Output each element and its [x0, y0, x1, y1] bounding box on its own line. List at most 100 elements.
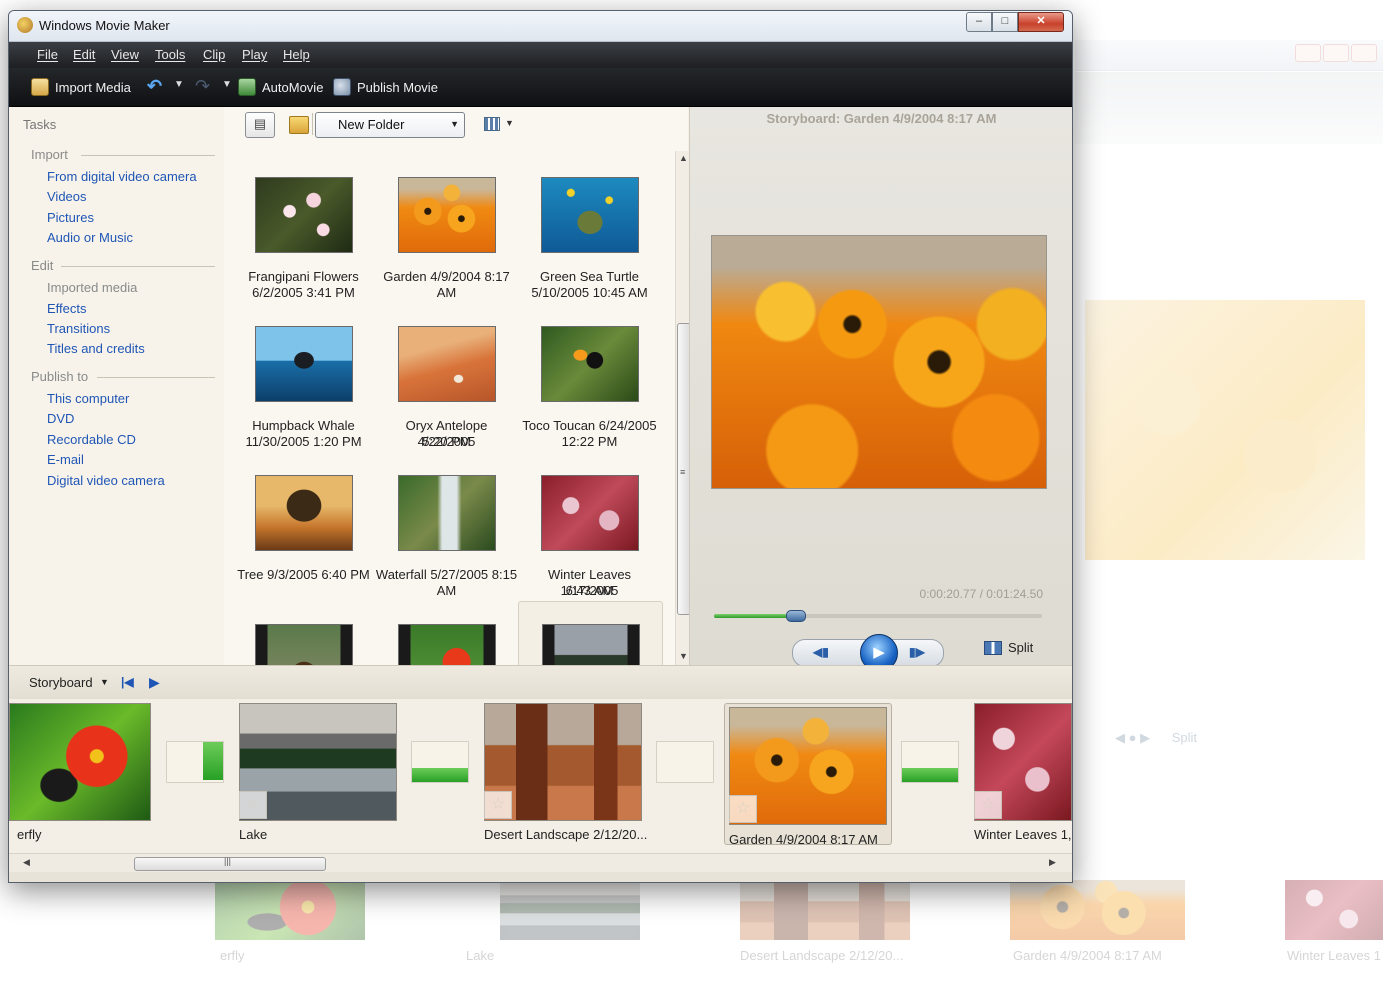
task-link-recordable-cd[interactable]: Recordable CD — [47, 432, 136, 447]
undo-dropdown-icon[interactable]: ▼ — [174, 79, 184, 90]
folder-dropdown[interactable]: New Folder ▼ — [315, 112, 465, 138]
task-link-titles-credits[interactable]: Titles and credits — [47, 341, 145, 356]
scroll-left-icon[interactable]: ◀ — [23, 857, 30, 868]
transition-slot[interactable] — [901, 741, 959, 783]
automovie-button[interactable]: AutoMovie — [238, 78, 323, 96]
menu-tools[interactable]: Tools — [155, 47, 185, 62]
scroll-down-icon[interactable]: ▼ — [679, 651, 688, 661]
reflection-thumb — [215, 880, 365, 940]
storyboard-clip[interactable]: ☆ Desert Landscape 2/12/20... — [484, 703, 647, 843]
close-button[interactable]: ✕ — [1018, 12, 1064, 32]
media-tile[interactable]: Toco Toucan 6/24/2005 12:22 PM — [518, 314, 661, 454]
menu-clip[interactable]: Clip — [203, 47, 225, 62]
media-thumbnail — [398, 326, 496, 402]
transition-slot[interactable] — [656, 741, 714, 783]
publish-section-heading: Publish to — [31, 369, 89, 384]
tasks-pane-toggle-button[interactable]: ▤ — [245, 112, 275, 138]
seek-handle[interactable] — [785, 610, 806, 622]
task-link-imported-media[interactable]: Imported media — [47, 280, 137, 295]
media-tile[interactable]: Humpback Whale 11/30/2005 1:20 PM — [232, 314, 375, 454]
scrollbar-grip-icon: ≡ — [680, 467, 686, 477]
maximize-button[interactable]: □ — [992, 12, 1018, 32]
thumbnail-view-icon[interactable] — [484, 117, 500, 131]
redo-dropdown-icon[interactable]: ▼ — [222, 79, 232, 90]
toolbar-separator — [312, 113, 313, 135]
media-tile[interactable]: Winter Leaves 1/17/2005 6:43 AM — [518, 463, 661, 603]
title-bar[interactable]: Windows Movie Maker – □ ✕ — [9, 11, 1072, 42]
reflection-label: Garden 4/9/2004 8:17 AM — [1013, 948, 1162, 963]
rewind-storyboard-icon[interactable]: |◀ — [121, 675, 134, 689]
menu-help[interactable]: Help — [283, 47, 310, 62]
split-button[interactable]: Split — [984, 640, 1033, 655]
reflection-label: Desert Landscape 2/12/20... — [740, 948, 904, 963]
effect-star-icon[interactable]: ☆ — [729, 795, 757, 823]
storyboard-clip[interactable]: ☆ Winter Leaves 1, — [974, 703, 1072, 843]
transition-slot[interactable] — [166, 741, 224, 783]
task-link-this-computer[interactable]: This computer — [47, 391, 129, 406]
collection-grid: Frangipani Flowers 6/2/2005 3:41 PM Gard… — [224, 153, 672, 665]
task-link-dvd[interactable]: DVD — [47, 411, 74, 426]
effect-star-icon[interactable]: ☆ — [974, 791, 1002, 819]
section-divider — [81, 155, 215, 156]
preview-title: Storyboard: Garden 4/9/2004 8:17 AM — [766, 111, 997, 126]
storyboard-view-label[interactable]: Storyboard — [29, 675, 93, 690]
media-thumbnail — [398, 475, 496, 551]
media-tile[interactable]: Tree 9/3/2005 6:40 PM — [232, 463, 375, 603]
task-link-videos[interactable]: Videos — [47, 189, 87, 204]
window-controls: – □ ✕ — [966, 12, 1064, 32]
view-dropdown-icon[interactable]: ▼ — [505, 118, 514, 128]
media-tile[interactable]: Frangipani Flowers 6/2/2005 3:41 PM — [232, 165, 375, 305]
storyboard-clip[interactable]: ☆ Lake — [239, 703, 397, 843]
storyboard-clip[interactable]: erfly — [9, 703, 151, 843]
reflection-label: erfly — [220, 948, 245, 963]
movie-maker-app-icon — [17, 17, 33, 33]
media-name: Frangipani Flowers — [248, 269, 359, 284]
task-link-effects[interactable]: Effects — [47, 301, 87, 316]
menu-play[interactable]: Play — [242, 47, 267, 62]
preview-image — [711, 235, 1047, 489]
task-link-audio-music[interactable]: Audio or Music — [47, 230, 133, 245]
menu-view[interactable]: View — [111, 47, 139, 62]
media-tile[interactable]: Garden 4/9/2004 8:17 AM — [375, 165, 518, 305]
task-link-transitions[interactable]: Transitions — [47, 321, 110, 336]
publish-movie-button[interactable]: Publish Movie — [333, 78, 438, 96]
menu-edit[interactable]: Edit — [73, 47, 95, 62]
storyboard-clip-selected[interactable]: ☆ Garden 4/9/2004 8:17 AM — [724, 703, 892, 847]
media-name: Waterfall 5/27/2005 8:15 — [375, 567, 518, 582]
media-tile[interactable]: Waterfall 5/27/2005 8:15 AM — [375, 463, 518, 603]
collection-vertical-scrollbar[interactable]: ▲ ≡ ▼ — [675, 151, 691, 665]
transition-slot[interactable] — [411, 741, 469, 783]
task-link-from-camera[interactable]: From digital video camera — [47, 169, 197, 184]
media-name: Garden 4/9/2004 8:17 — [383, 269, 510, 284]
next-frame-icon[interactable]: ▮▶ — [909, 645, 925, 659]
media-tile[interactable] — [375, 612, 518, 665]
task-link-pictures[interactable]: Pictures — [47, 210, 94, 225]
task-link-email[interactable]: E-mail — [47, 452, 84, 467]
seek-bar[interactable] — [714, 610, 1042, 622]
previous-frame-icon[interactable]: ◀▮ — [813, 645, 829, 659]
media-tile[interactable]: Oryx Antelope 4/22/2005 5:20 PM — [375, 314, 518, 454]
effect-star-icon[interactable]: ☆ — [239, 791, 267, 819]
storyboard-horizontal-scrollbar[interactable]: ◀ ||| ▶ — [9, 853, 1072, 872]
task-link-digital-camera[interactable]: Digital video camera — [47, 473, 165, 488]
effect-star-icon[interactable]: ☆ — [484, 791, 512, 819]
clip-label: Garden 4/9/2004 8:17 AM — [729, 832, 878, 847]
redo-icon[interactable]: ↷ — [195, 76, 210, 97]
media-tile[interactable] — [232, 612, 375, 665]
clip-thumbnail — [9, 703, 151, 821]
import-media-button[interactable]: Import Media — [31, 78, 131, 96]
storyboard-dropdown-icon[interactable]: ▼ — [100, 677, 109, 687]
media-date: AM — [436, 285, 457, 300]
media-tile[interactable]: Green Sea Turtle 5/10/2005 10:45 AM — [518, 165, 661, 305]
scroll-up-icon[interactable]: ▲ — [679, 153, 688, 163]
menu-file[interactable]: File — [37, 47, 58, 62]
play-storyboard-icon[interactable]: ▶ — [149, 674, 160, 691]
scroll-right-icon[interactable]: ▶ — [1049, 857, 1056, 868]
minimize-button[interactable]: – — [966, 12, 992, 32]
media-thumbnail — [255, 326, 353, 402]
folder-icon[interactable] — [289, 116, 309, 134]
media-tile-selected[interactable] — [518, 601, 663, 665]
automovie-icon — [238, 78, 256, 96]
section-divider — [61, 266, 215, 267]
undo-icon[interactable]: ↶ — [147, 76, 162, 97]
